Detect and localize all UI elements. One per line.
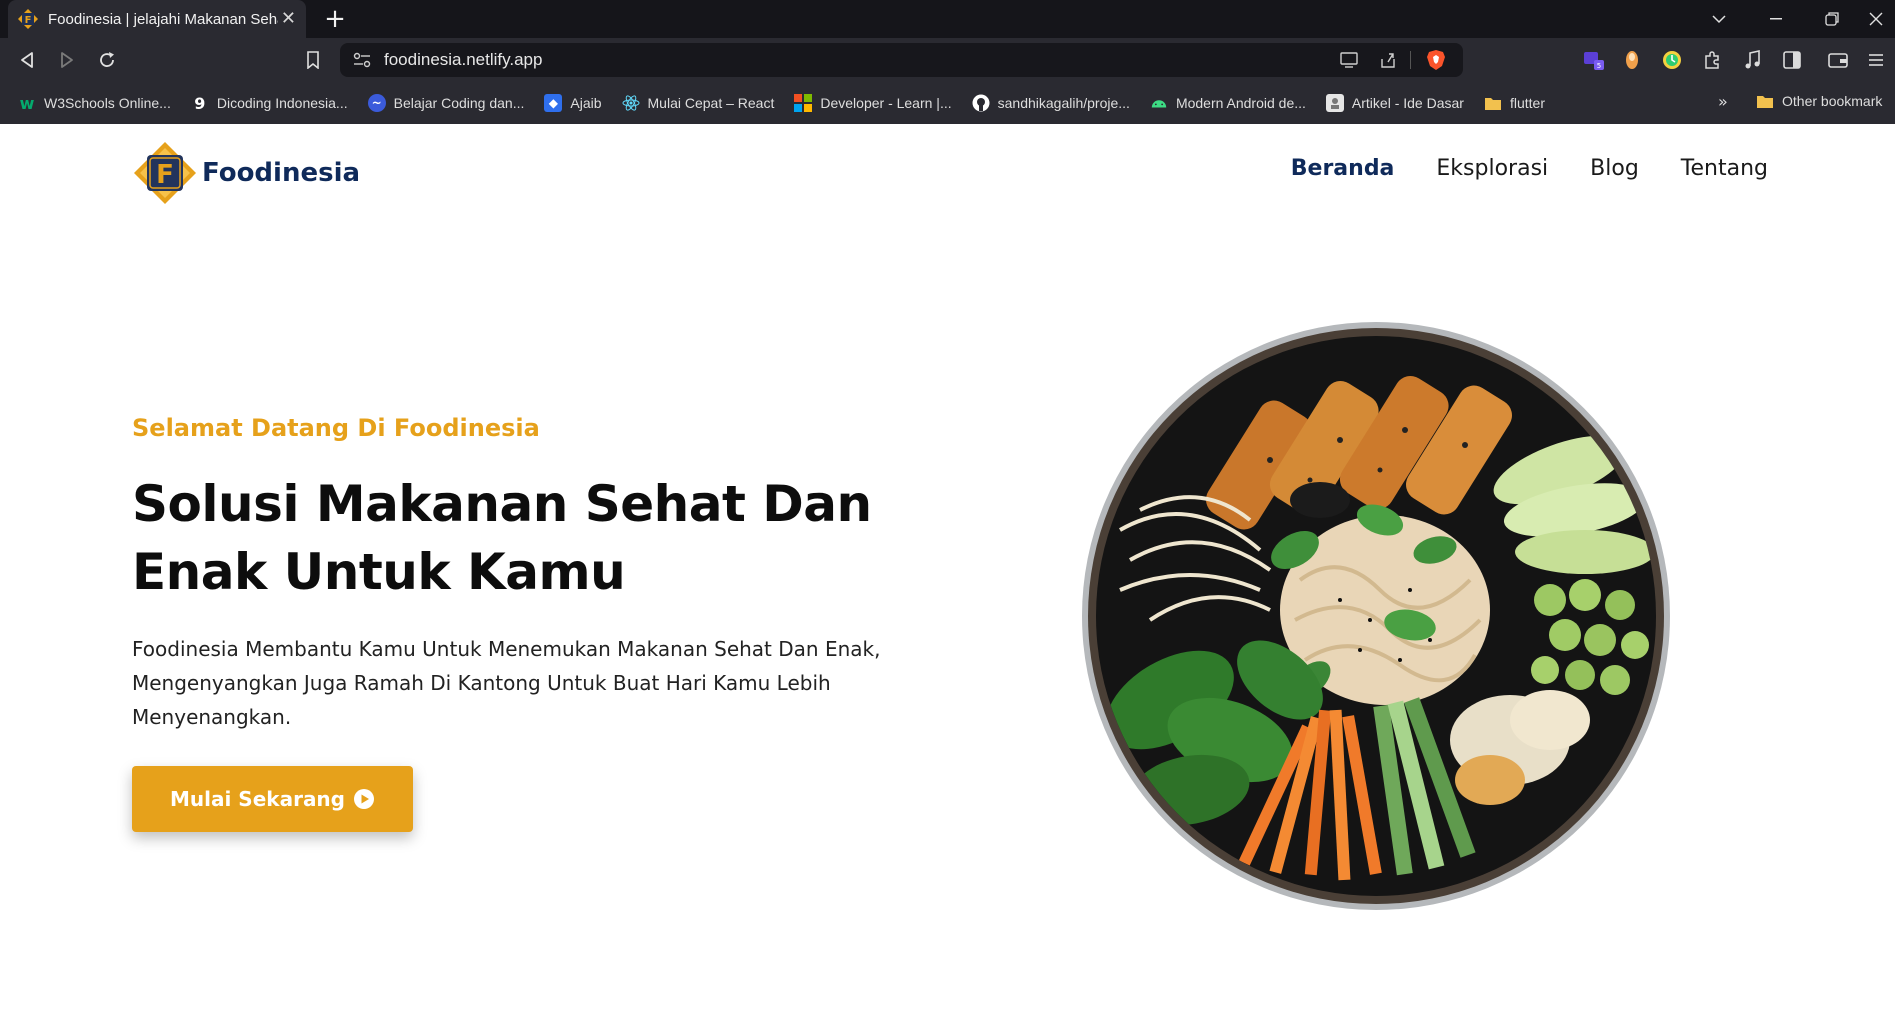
bookmark-artikel[interactable]: Artikel - Ide Dasar xyxy=(1325,94,1464,112)
folder-icon xyxy=(1484,94,1502,112)
tab-title: Foodinesia | jelajahi Makanan Sehat xyxy=(48,10,278,28)
brave-shields-icon[interactable] xyxy=(1426,50,1446,70)
folder-icon xyxy=(1756,92,1774,110)
share-icon[interactable] xyxy=(1378,50,1398,70)
microsoft-icon xyxy=(794,94,813,112)
nav-beranda[interactable]: Beranda xyxy=(1291,156,1395,181)
nav-eksplorasi[interactable]: Eksplorasi xyxy=(1436,156,1548,181)
svg-text:F: F xyxy=(156,160,174,190)
react-icon xyxy=(622,94,640,112)
other-bookmarks-label: Other bookmark xyxy=(1782,93,1883,109)
bookmark-dicoding[interactable]: 9 Dicoding Indonesia... xyxy=(191,93,348,113)
hero-eyebrow: Selamat Datang Di Foodinesia xyxy=(132,414,540,442)
svg-text:F: F xyxy=(25,15,32,26)
menu-icon[interactable] xyxy=(1866,48,1886,72)
article-icon xyxy=(1325,94,1344,112)
browser-chrome: F Foodinesia | jelajahi Makanan Sehat ✕ … xyxy=(0,0,1895,124)
bookmark-label: Artikel - Ide Dasar xyxy=(1351,95,1464,111)
page-viewport: F Foodinesia Beranda Eksplorasi Blog Ten… xyxy=(0,124,1895,1018)
hero-description-line1: Foodinesia Membantu Kamu Untuk Menemukan… xyxy=(132,637,881,661)
bookmark-label: Belajar Coding dan... xyxy=(393,95,525,111)
minimize-icon[interactable] xyxy=(1752,0,1800,38)
foodinesia-favicon-icon: F xyxy=(18,9,38,29)
media-music-icon[interactable] xyxy=(1740,48,1764,72)
extension-orange-icon[interactable] xyxy=(1620,48,1644,72)
bookmark-label: Dicoding Indonesia... xyxy=(216,95,348,111)
bookmarks-bar: w W3Schools Online... 9 Dicoding Indones… xyxy=(0,82,1895,124)
new-tab-button[interactable]: + xyxy=(320,4,350,34)
bookmark-microsoft[interactable]: Developer - Learn |... xyxy=(794,94,952,112)
extension-purple-icon[interactable]: 5 xyxy=(1582,48,1606,72)
hero-description-line3: Menyenangkan. xyxy=(132,705,292,729)
forward-icon[interactable] xyxy=(52,45,82,75)
site-logo[interactable]: F Foodinesia xyxy=(132,140,360,206)
hero-headline: Solusi Makanan Sehat Dan Enak Untuk Kamu xyxy=(132,470,932,606)
start-now-label: Mulai Sekarang xyxy=(170,787,345,811)
hero-description-line2: Mengenyangkan Juga Ramah Di Kantong Untu… xyxy=(132,671,831,695)
hero-description: Foodinesia Membantu Kamu Untuk Menemukan… xyxy=(132,632,922,734)
url-text: foodinesia.netlify.app xyxy=(384,50,543,69)
bookmarks-overflow-button[interactable]: » xyxy=(1718,92,1728,111)
omnibox-divider xyxy=(1410,51,1411,69)
food-bowl-illustration xyxy=(1082,322,1670,910)
github-icon xyxy=(972,94,990,112)
extensions-puzzle-icon[interactable] xyxy=(1700,48,1724,72)
bookmark-github[interactable]: sandhikagalih/proje... xyxy=(972,94,1130,112)
start-now-button[interactable]: Mulai Sekarang xyxy=(132,766,413,832)
reload-icon[interactable] xyxy=(92,45,122,75)
nav-tentang[interactable]: Tentang xyxy=(1681,156,1768,181)
android-icon xyxy=(1150,94,1168,112)
bookmark-label: Developer - Learn |... xyxy=(820,95,952,111)
bookmark-ajaib[interactable]: ◆ Ajaib xyxy=(544,94,602,112)
tab-search-icon[interactable] xyxy=(1695,0,1743,38)
other-bookmarks[interactable]: Other bookmark xyxy=(1756,92,1882,110)
extension-clock-icon[interactable] xyxy=(1660,48,1684,72)
play-circle-icon xyxy=(354,789,374,809)
nav-blog[interactable]: Blog xyxy=(1590,156,1639,181)
svg-text:5: 5 xyxy=(1597,62,1601,70)
brand-name: Foodinesia xyxy=(202,158,361,188)
healthy-food-bowl-image xyxy=(1080,320,1672,912)
back-icon[interactable] xyxy=(12,45,42,75)
hero-section: Selamat Datang Di Foodinesia Solusi Maka… xyxy=(132,414,932,832)
main-nav: Beranda Eksplorasi Blog Tentang xyxy=(1249,156,1768,181)
close-window-icon[interactable] xyxy=(1856,0,1895,38)
site-header: F Foodinesia Beranda Eksplorasi Blog Ten… xyxy=(132,140,1768,206)
restore-icon[interactable] xyxy=(1808,0,1856,38)
toolbar: foodinesia.netlify.app 5 xyxy=(0,38,1895,82)
dicoding-icon: 9 xyxy=(194,93,206,113)
bookmark-star-icon[interactable] xyxy=(298,45,328,75)
hero-headline-line1: Solusi Makanan Sehat Dan xyxy=(132,475,872,533)
wallet-icon[interactable] xyxy=(1826,48,1850,72)
mushroom xyxy=(1290,482,1350,518)
bookmark-codepolitan[interactable]: ~ Belajar Coding dan... xyxy=(367,94,525,112)
site-settings-icon[interactable] xyxy=(352,50,372,70)
bookmark-label: W3Schools Online... xyxy=(44,95,171,111)
sidebar-toggle-icon[interactable] xyxy=(1780,48,1804,72)
bookmark-label: Ajaib xyxy=(570,95,602,111)
tab-active[interactable]: F Foodinesia | jelajahi Makanan Sehat ✕ xyxy=(8,0,306,38)
hero-headline-line2: Enak Untuk Kamu xyxy=(132,543,626,601)
foodinesia-logo-icon: F xyxy=(134,142,196,204)
bookmark-label: Mulai Cepat – React xyxy=(647,95,775,111)
bookmark-android[interactable]: Modern Android de... xyxy=(1150,94,1306,112)
bookmark-w3schools[interactable]: w W3Schools Online... xyxy=(18,93,171,113)
bookmark-label: Modern Android de... xyxy=(1175,95,1306,111)
bookmark-react[interactable]: Mulai Cepat – React xyxy=(622,94,775,112)
cast-icon[interactable] xyxy=(1339,50,1359,70)
bookmark-flutter-folder[interactable]: flutter xyxy=(1484,94,1545,112)
address-bar[interactable]: foodinesia.netlify.app xyxy=(340,43,1463,77)
tab-strip: F Foodinesia | jelajahi Makanan Sehat ✕ … xyxy=(0,0,1895,38)
close-tab-icon[interactable]: ✕ xyxy=(281,10,296,28)
bookmark-label: sandhikagalih/proje... xyxy=(997,95,1130,111)
w3schools-icon: w xyxy=(19,93,35,113)
bookmark-label: flutter xyxy=(1509,95,1545,111)
codepolitan-icon: ~ xyxy=(367,94,386,112)
ajaib-icon: ◆ xyxy=(544,94,563,112)
